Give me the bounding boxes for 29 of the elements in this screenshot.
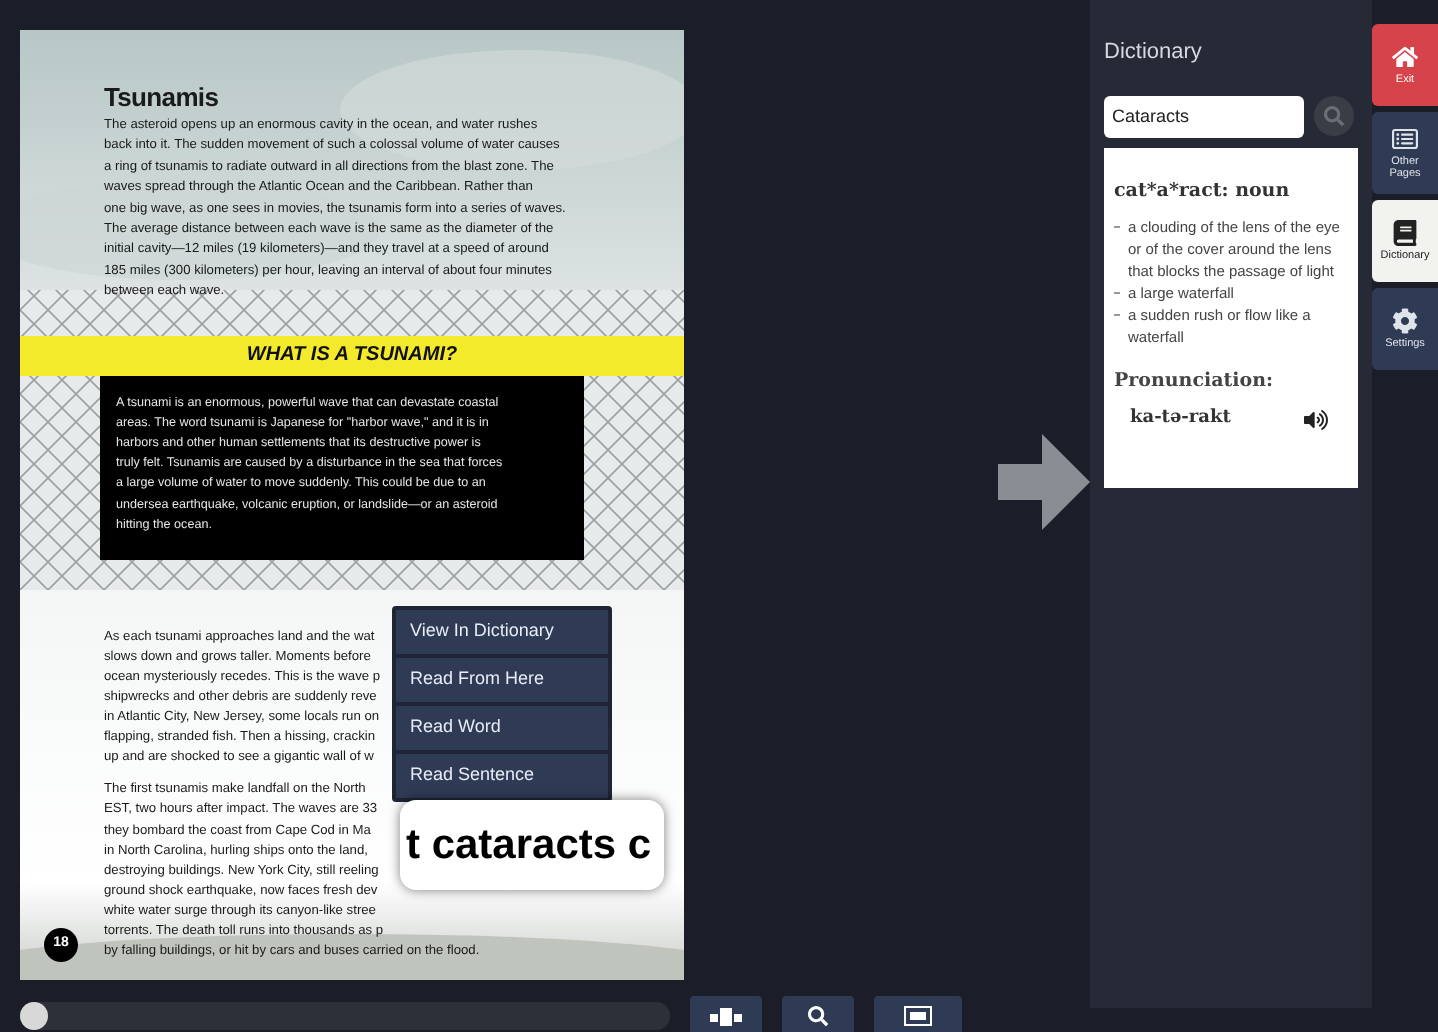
search-field[interactable]: Cataracts bbox=[1104, 95, 1304, 137]
list-icon bbox=[1392, 126, 1418, 152]
pronunciation-text: ka-tə-rakt bbox=[1130, 406, 1231, 432]
menu-item[interactable]: Read Word bbox=[396, 706, 608, 750]
book-icon bbox=[1392, 220, 1418, 246]
home-icon bbox=[1392, 44, 1418, 70]
page-spread-icon bbox=[710, 1007, 742, 1025]
search-button[interactable] bbox=[1314, 96, 1354, 136]
menu-item[interactable]: Read Sentence bbox=[396, 754, 608, 798]
zoom-button[interactable] bbox=[782, 996, 854, 1032]
settings-icon bbox=[1392, 308, 1418, 334]
slider-thumb[interactable] bbox=[20, 1002, 48, 1030]
magnifier: t cataracts c bbox=[400, 800, 664, 890]
zoom-icon bbox=[808, 1006, 828, 1026]
menu-item[interactable]: View In Dictionary bbox=[396, 610, 608, 654]
speaker-button[interactable] bbox=[1304, 407, 1328, 432]
page-title: Tsunamis bbox=[104, 82, 221, 112]
headword: cat*a*ract: noun bbox=[1114, 177, 1292, 205]
fullscreen-button[interactable] bbox=[874, 996, 962, 1032]
pronunciation-label: Pronunciation: bbox=[1114, 367, 1276, 396]
arrow-icon bbox=[998, 434, 1090, 530]
fullscreen-icon bbox=[904, 1006, 932, 1026]
search-icon bbox=[1324, 106, 1344, 126]
menu-item[interactable]: Read From Here bbox=[396, 658, 608, 702]
panel-title: Dictionary bbox=[1104, 38, 1204, 68]
layout-button[interactable] bbox=[690, 996, 762, 1032]
progress-track[interactable] bbox=[20, 1002, 670, 1030]
banner: WHAT IS A TSUNAMI? bbox=[20, 335, 684, 376]
speaker-icon bbox=[1304, 407, 1328, 432]
